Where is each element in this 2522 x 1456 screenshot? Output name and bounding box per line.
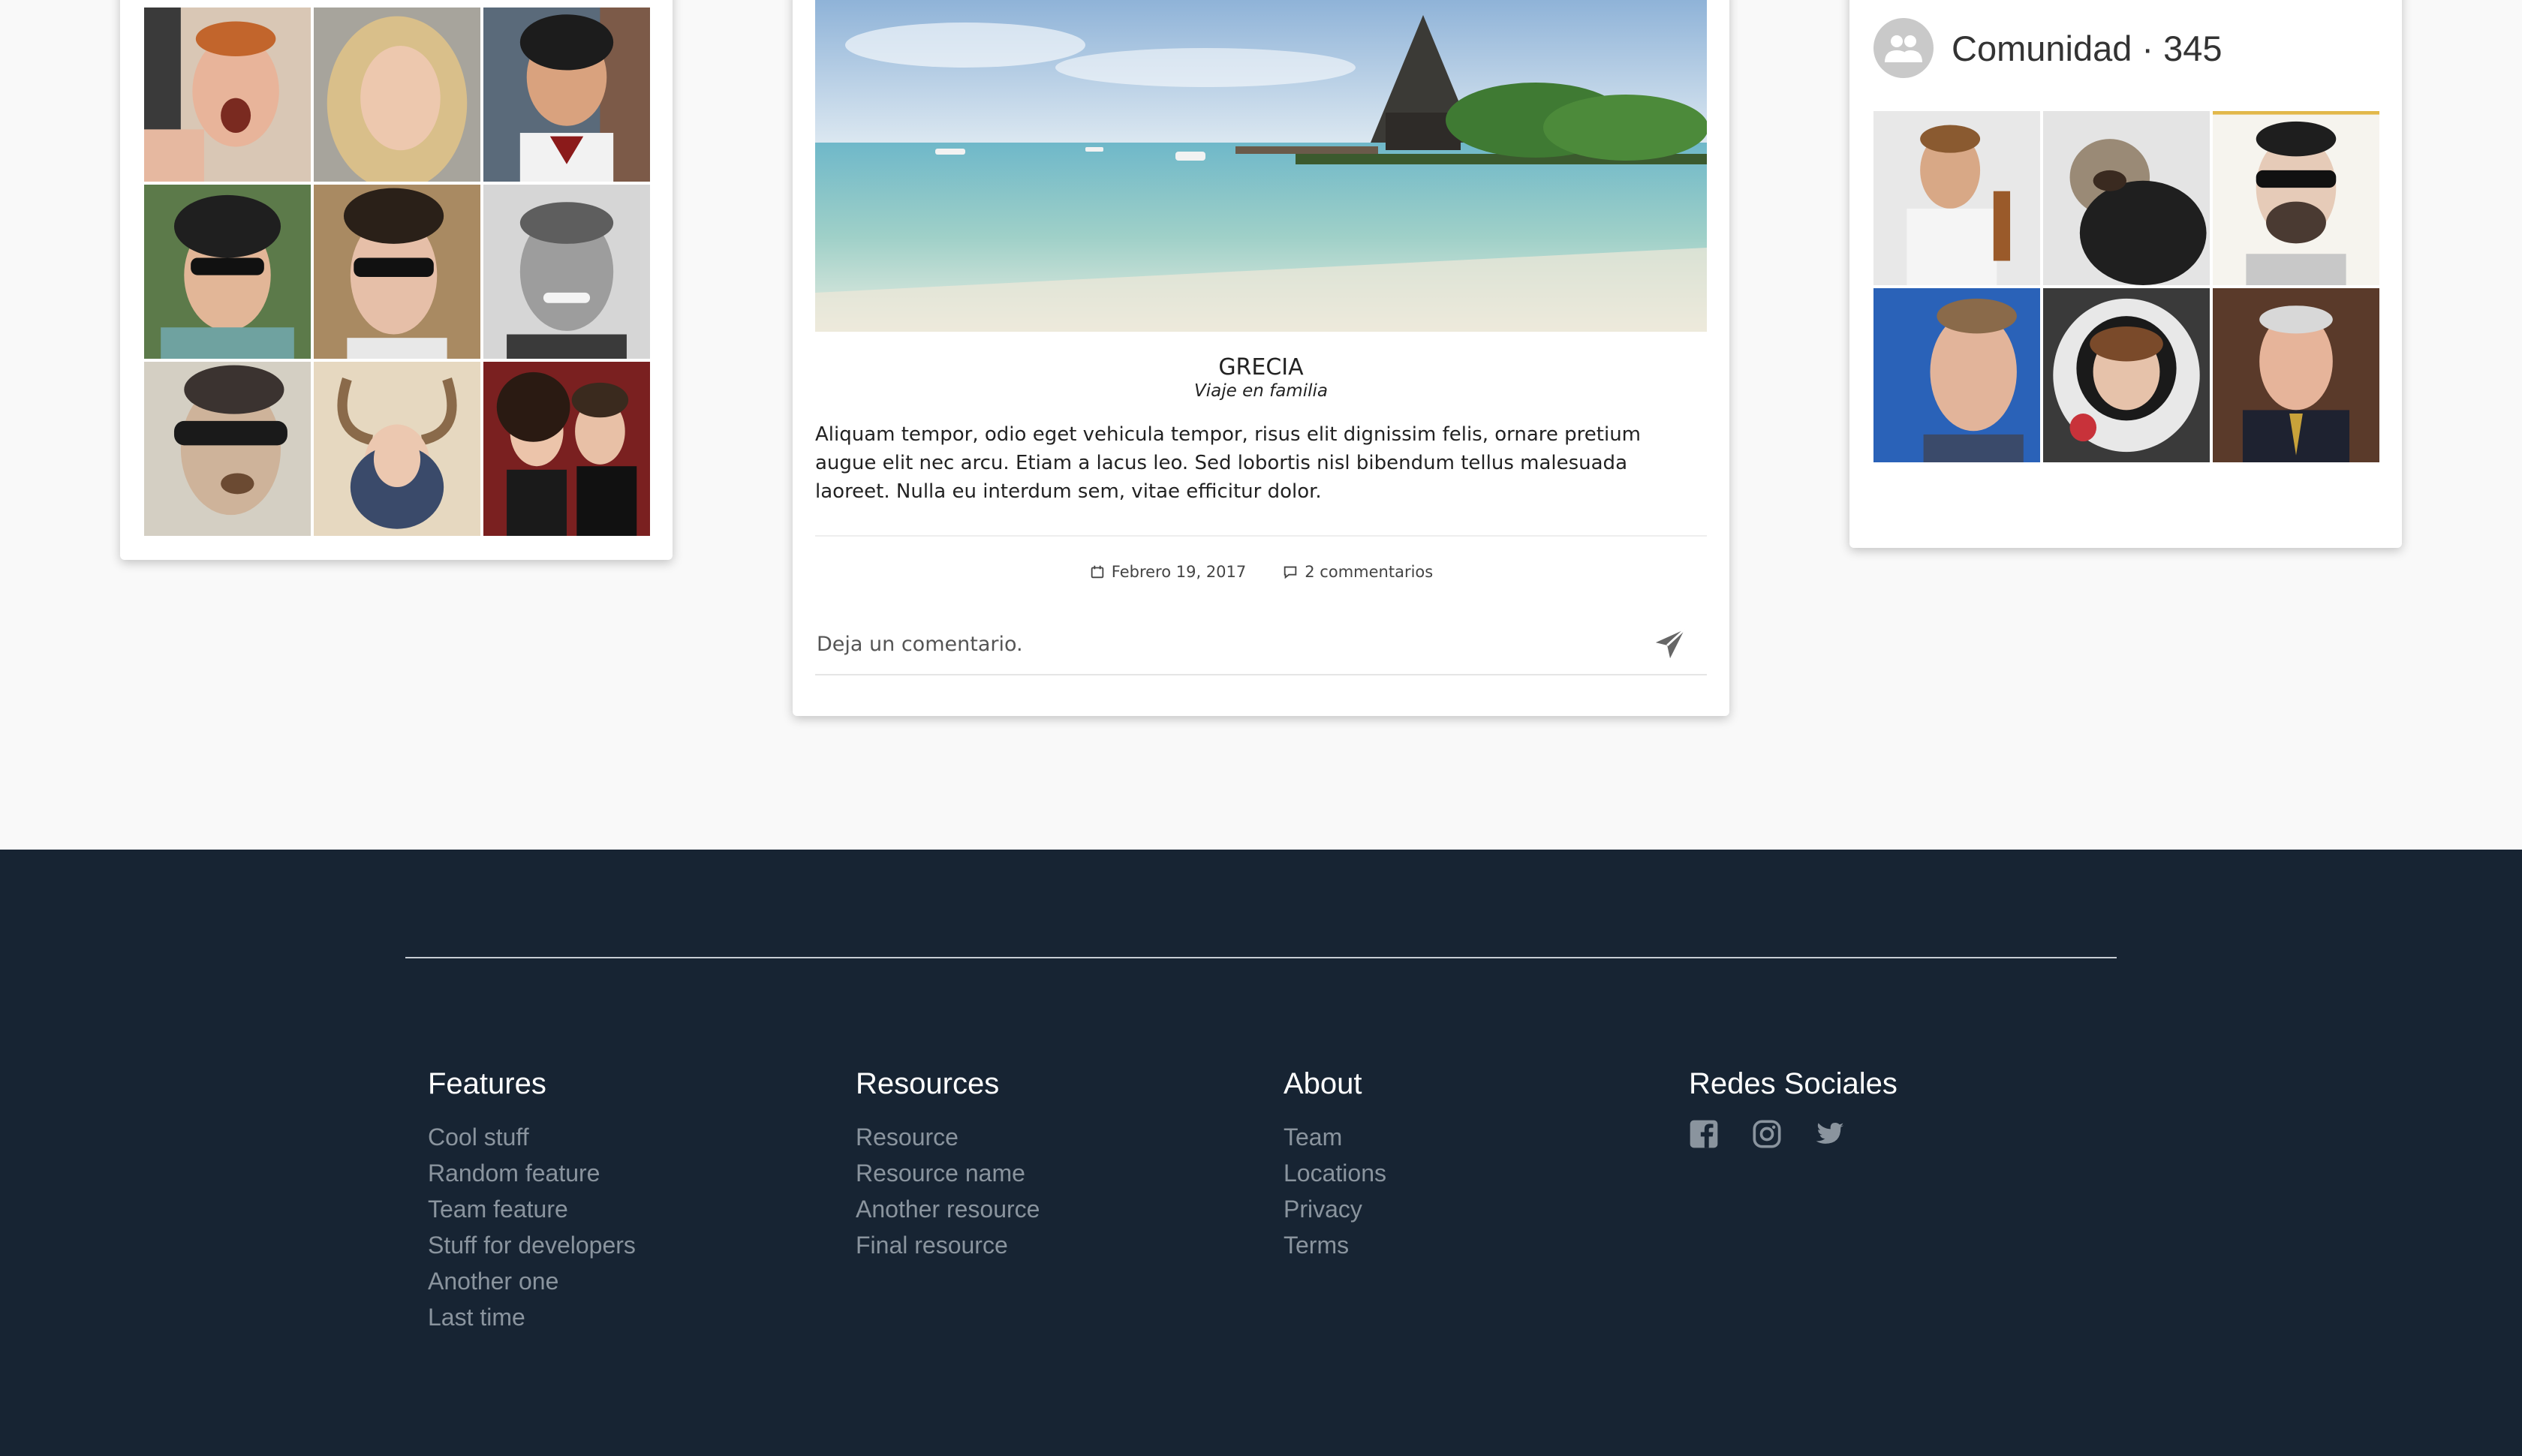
footer-link[interactable]: Team feature [428, 1191, 636, 1227]
friend-photo[interactable] [314, 8, 480, 182]
member-photo[interactable] [2213, 111, 2379, 285]
footer-link[interactable]: Terms [1284, 1227, 1386, 1263]
post-subtitle: Viaje en familia [1194, 381, 1328, 401]
friend-photo[interactable] [483, 8, 650, 182]
social-icons [1689, 1119, 1898, 1149]
comment-icon [1284, 566, 1297, 579]
friend-photo[interactable] [144, 8, 311, 182]
post-card: GRECIA Viaje en familia Aliquam tempor, … [793, 0, 1729, 716]
site-footer: Features Cool stuff Random feature Team … [0, 850, 2522, 1456]
friend-photo[interactable] [483, 362, 650, 536]
post-body: Aliquam tempor, odio eget vehicula tempo… [815, 423, 1642, 503]
footer-column-about: About Team Locations Privacy Terms [1284, 1067, 1386, 1263]
footer-column-resources: Resources Resource Resource name Another… [856, 1067, 1040, 1263]
footer-link[interactable]: Team [1284, 1119, 1386, 1155]
friends-photo-grid [144, 8, 650, 536]
footer-heading: Resources [856, 1067, 1000, 1100]
footer-divider [405, 957, 2117, 958]
friends-photo-card [120, 0, 673, 560]
member-photo[interactable] [2043, 288, 2210, 462]
footer-link[interactable]: Resource [856, 1119, 1040, 1155]
footer-heading: Redes Sociales [1689, 1067, 1898, 1100]
footer-link[interactable]: Last time [428, 1299, 636, 1335]
post-date: Febrero 19, 2017 [1089, 563, 1246, 581]
post-meta: Febrero 19, 2017 2 commentarios [793, 563, 1729, 581]
footer-heading: About [1284, 1067, 1362, 1100]
community-title: Comunidad · 345 [1952, 28, 2223, 68]
post-title: GRECIA [1218, 354, 1304, 381]
post-image [815, 0, 1707, 332]
twitter-icon[interactable] [1815, 1119, 1845, 1149]
member-photo[interactable] [1873, 111, 2040, 285]
footer-link[interactable]: Another resource [856, 1191, 1040, 1227]
footer-link[interactable]: Resource name [856, 1155, 1040, 1191]
group-icon [1873, 18, 1934, 78]
divider [815, 535, 1707, 537]
comments-count: 2 commentarios [1305, 563, 1434, 581]
comment-row [815, 614, 1707, 675]
friend-photo[interactable] [314, 185, 480, 359]
post-date-text: Febrero 19, 2017 [1111, 563, 1247, 581]
community-header: Comunidad · 345 [1873, 18, 2223, 78]
footer-link[interactable]: Privacy [1284, 1191, 1386, 1227]
friend-photo[interactable] [144, 185, 311, 359]
comment-input[interactable] [815, 632, 1491, 656]
send-icon[interactable] [1653, 627, 1687, 661]
footer-link[interactable]: Locations [1284, 1155, 1386, 1191]
calendar-icon [1091, 565, 1104, 579]
community-photo-grid [1873, 111, 2379, 462]
member-photo[interactable] [2043, 111, 2210, 285]
footer-column-features: Features Cool stuff Random feature Team … [428, 1067, 636, 1335]
friend-photo[interactable] [314, 362, 480, 536]
footer-link[interactable]: Cool stuff [428, 1119, 636, 1155]
footer-link[interactable]: Final resource [856, 1227, 1040, 1263]
footer-link[interactable]: Random feature [428, 1155, 636, 1191]
member-photo[interactable] [1873, 288, 2040, 462]
instagram-icon[interactable] [1752, 1119, 1782, 1149]
community-card: Comunidad · 345 [1849, 0, 2402, 548]
friend-photo[interactable] [483, 185, 650, 359]
comments-link[interactable]: 2 commentarios [1282, 563, 1433, 581]
facebook-icon[interactable] [1689, 1119, 1719, 1149]
footer-heading: Features [428, 1067, 546, 1100]
footer-column-social: Redes Sociales [1689, 1067, 1898, 1149]
footer-link[interactable]: Stuff for developers [428, 1227, 636, 1263]
member-photo[interactable] [2213, 288, 2379, 462]
footer-link[interactable]: Another one [428, 1263, 636, 1299]
friend-photo[interactable] [144, 362, 311, 536]
